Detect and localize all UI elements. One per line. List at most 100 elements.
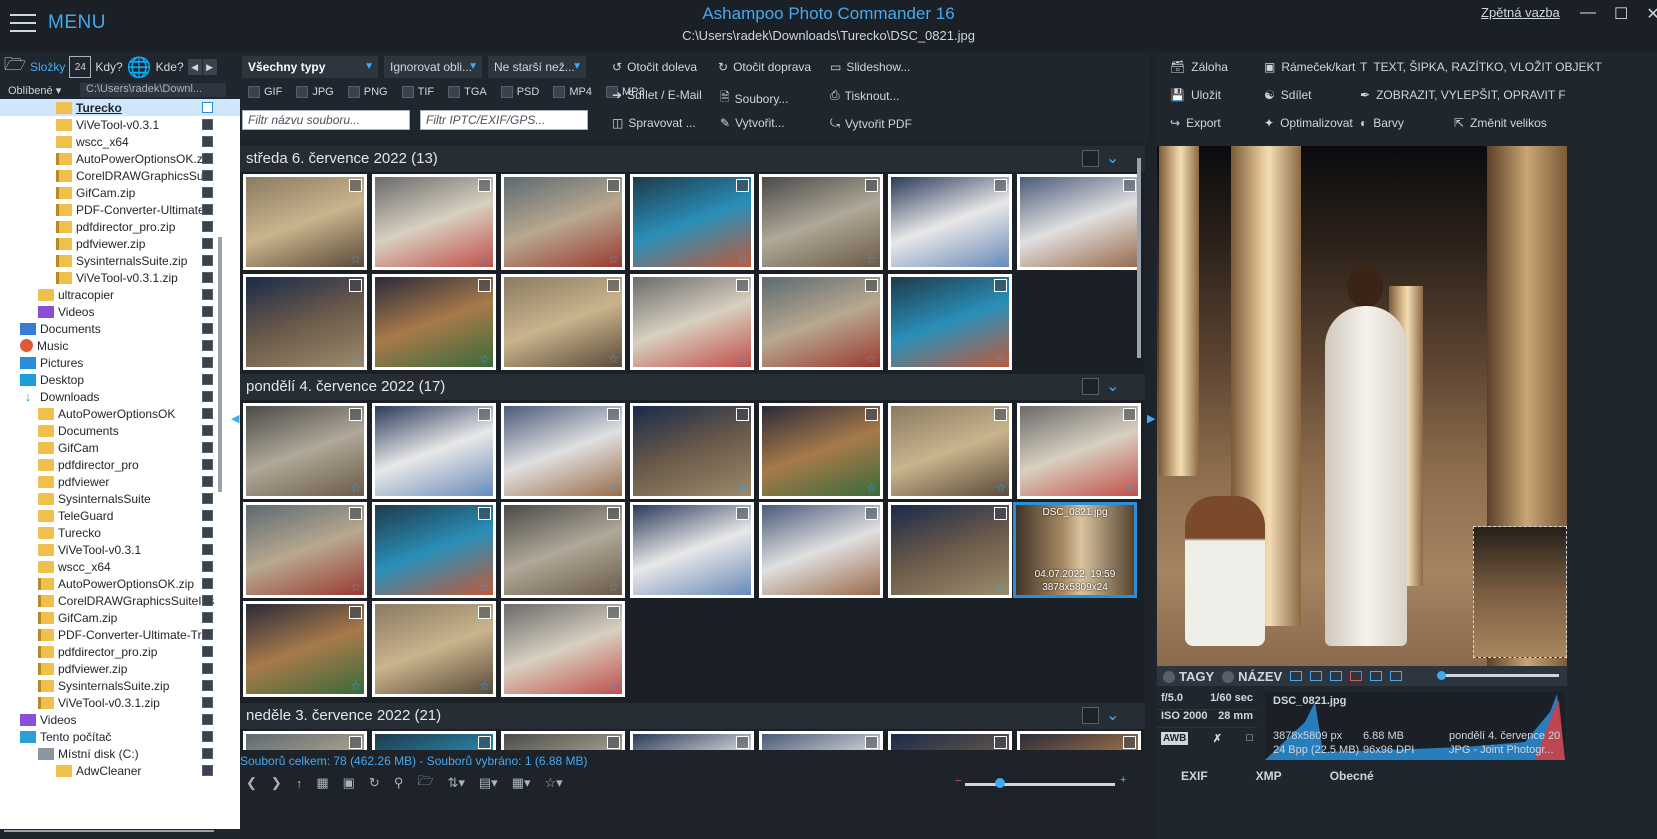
- star-icon[interactable]: ☆: [479, 481, 490, 495]
- type-checkbox[interactable]: [500, 86, 513, 98]
- refresh-icon[interactable]: ↻: [369, 775, 380, 791]
- star-icon[interactable]: ☆: [1124, 252, 1135, 266]
- frame-button[interactable]: ▣ Rámeček/kart: [1264, 60, 1355, 74]
- star-icon[interactable]: ☆: [866, 252, 877, 266]
- tab-general[interactable]: Obecné: [1330, 769, 1374, 783]
- tree-item-checkbox[interactable]: [202, 238, 213, 249]
- tree-item-checkbox[interactable]: [202, 510, 213, 521]
- thumbnail[interactable]: ☆: [501, 274, 625, 370]
- enhance-button[interactable]: ✒ ZOBRAZIT, VYLEPŠIT, OPRAVIT FOTOGR...: [1360, 88, 1565, 102]
- star-icon[interactable]: ☆: [479, 580, 490, 594]
- tree-item-checkbox[interactable]: [202, 595, 213, 606]
- tree-item-checkbox[interactable]: [202, 493, 213, 504]
- tree-item-checkbox[interactable]: [202, 459, 213, 470]
- thumbnail[interactable]: ☆: [1017, 403, 1141, 499]
- colors-button[interactable]: ◐ Barvy: [1360, 116, 1404, 130]
- star-icon[interactable]: ☆: [737, 352, 748, 366]
- tree-item[interactable]: AutoPowerOptionsOK.zi: [0, 150, 240, 167]
- tree-item-checkbox[interactable]: [202, 204, 213, 215]
- thumbnail-checkbox[interactable]: [349, 606, 362, 619]
- date-group-header[interactable]: neděle 3. července 2022 (21) ⌄: [240, 703, 1145, 729]
- tree-item-checkbox[interactable]: [202, 187, 213, 198]
- thumbnail-checkbox[interactable]: [478, 507, 491, 520]
- back-icon[interactable]: ❮: [246, 775, 257, 791]
- folder-view-icon[interactable]: 🗁: [417, 772, 433, 794]
- star-icon[interactable]: ☆: [866, 580, 877, 594]
- forward-icon[interactable]: ❯: [271, 775, 282, 791]
- tree-item-checkbox[interactable]: [202, 255, 213, 266]
- tree-item-checkbox[interactable]: [202, 697, 213, 708]
- tree-item[interactable]: PDF-Converter-Ultimate: [0, 201, 240, 218]
- thumbnail-checkbox[interactable]: [865, 408, 878, 421]
- thumbnail[interactable]: ☆: [243, 174, 367, 270]
- tree-item-checkbox[interactable]: [202, 663, 213, 674]
- compare-icon[interactable]: [1310, 671, 1323, 681]
- tree-item-checkbox[interactable]: [202, 289, 213, 300]
- thumbnail[interactable]: ☆: [372, 174, 496, 270]
- chevron-down-icon[interactable]: ⌄: [1106, 376, 1119, 396]
- tree-item-checkbox[interactable]: [202, 323, 213, 334]
- group-select-checkbox[interactable]: [1082, 707, 1099, 724]
- tree-item[interactable]: SysinternalsSuite.zip: [0, 677, 240, 694]
- thumbnail-checkbox[interactable]: [994, 736, 1007, 749]
- tree-item[interactable]: TeleGuard: [0, 507, 240, 524]
- thumbnail[interactable]: ☆: [759, 274, 883, 370]
- navigator-overlay[interactable]: [1473, 526, 1567, 658]
- type-filter-png[interactable]: PNG: [347, 86, 388, 98]
- tab-when[interactable]: 24 Kdy?: [69, 56, 123, 78]
- name-toggle[interactable]: NÁZEV: [1222, 669, 1282, 684]
- thumbnail-checkbox[interactable]: [1123, 408, 1136, 421]
- thumbnail-checkbox[interactable]: [994, 179, 1007, 192]
- star-icon[interactable]: ☆: [479, 679, 490, 693]
- arrow-right-icon[interactable]: ▶: [202, 59, 217, 75]
- delete-icon[interactable]: [1350, 671, 1363, 681]
- date-group-header[interactable]: středa 6. července 2022 (13) ⌄: [240, 146, 1145, 172]
- tree-item[interactable]: PDF-Converter-Ultimate-Tri: [0, 626, 240, 643]
- star-icon[interactable]: ☆: [1124, 481, 1135, 495]
- star-icon[interactable]: ☆: [608, 580, 619, 594]
- grid-layout-icon[interactable]: ▦▾: [512, 775, 531, 791]
- tree-item-checkbox[interactable]: [202, 153, 213, 164]
- share-button[interactable]: ☯ Sdílet: [1264, 88, 1311, 102]
- thumbnail[interactable]: ☆: [243, 601, 367, 697]
- thumbnail-checkbox[interactable]: [994, 279, 1007, 292]
- star-icon[interactable]: ☆: [737, 580, 748, 594]
- image-preview[interactable]: [1157, 146, 1567, 666]
- text-tools-button[interactable]: T TEXT, ŠIPKA, RAZÍTKO, VLOŽIT OBJEKT: [1360, 60, 1602, 74]
- thumbnail-checkbox[interactable]: [607, 507, 620, 520]
- filename-filter-input[interactable]: Filtr názvu souboru...: [242, 110, 410, 130]
- thumbnail[interactable]: ☆: [1017, 174, 1141, 270]
- thumbnail-checkbox[interactable]: [349, 736, 362, 749]
- type-checkbox[interactable]: [553, 86, 566, 98]
- split-icon[interactable]: [1330, 671, 1343, 681]
- tree-item-checkbox[interactable]: [202, 170, 213, 181]
- save-button[interactable]: 💾 Uložit: [1170, 88, 1221, 102]
- tree-scrollbar[interactable]: [218, 237, 222, 492]
- tree-item[interactable]: pdfdirector_pro.zip: [0, 643, 240, 660]
- thumbnail-checkbox[interactable]: [994, 507, 1007, 520]
- tree-item[interactable]: Turecko: [0, 99, 240, 116]
- star-icon[interactable]: ☆: [995, 252, 1006, 266]
- thumbnail[interactable]: ☆: [1017, 731, 1141, 750]
- type-filter-tga[interactable]: TGA: [448, 86, 487, 98]
- thumbnail[interactable]: ☆: [630, 274, 754, 370]
- backup-button[interactable]: 🗃 Záloha: [1170, 60, 1228, 74]
- tree-item-checkbox[interactable]: [202, 221, 213, 232]
- tree-item-checkbox[interactable]: [202, 272, 213, 283]
- thumbnail-checkbox[interactable]: [736, 408, 749, 421]
- tree-item[interactable]: pdfviewer: [0, 473, 240, 490]
- tree-item[interactable]: wscc_x64: [0, 558, 240, 575]
- thumbnail-checkbox[interactable]: [478, 736, 491, 749]
- select-icon[interactable]: ▣: [343, 775, 355, 791]
- thumbnail[interactable]: ☆: [243, 502, 367, 598]
- tree-item[interactable]: ultracopier: [0, 286, 240, 303]
- tree-item[interactable]: SysinternalsSuite: [0, 490, 240, 507]
- group-select-checkbox[interactable]: [1082, 378, 1099, 395]
- path-box[interactable]: C:\Users\radek\Downl...: [80, 83, 226, 97]
- thumbnail-checkbox[interactable]: [349, 507, 362, 520]
- star-icon[interactable]: ☆: [350, 679, 361, 693]
- thumbnail[interactable]: ☆: [630, 403, 754, 499]
- tree-item-checkbox[interactable]: [202, 340, 213, 351]
- tree-item-checkbox[interactable]: [202, 306, 213, 317]
- thumbnail-checkbox[interactable]: [865, 507, 878, 520]
